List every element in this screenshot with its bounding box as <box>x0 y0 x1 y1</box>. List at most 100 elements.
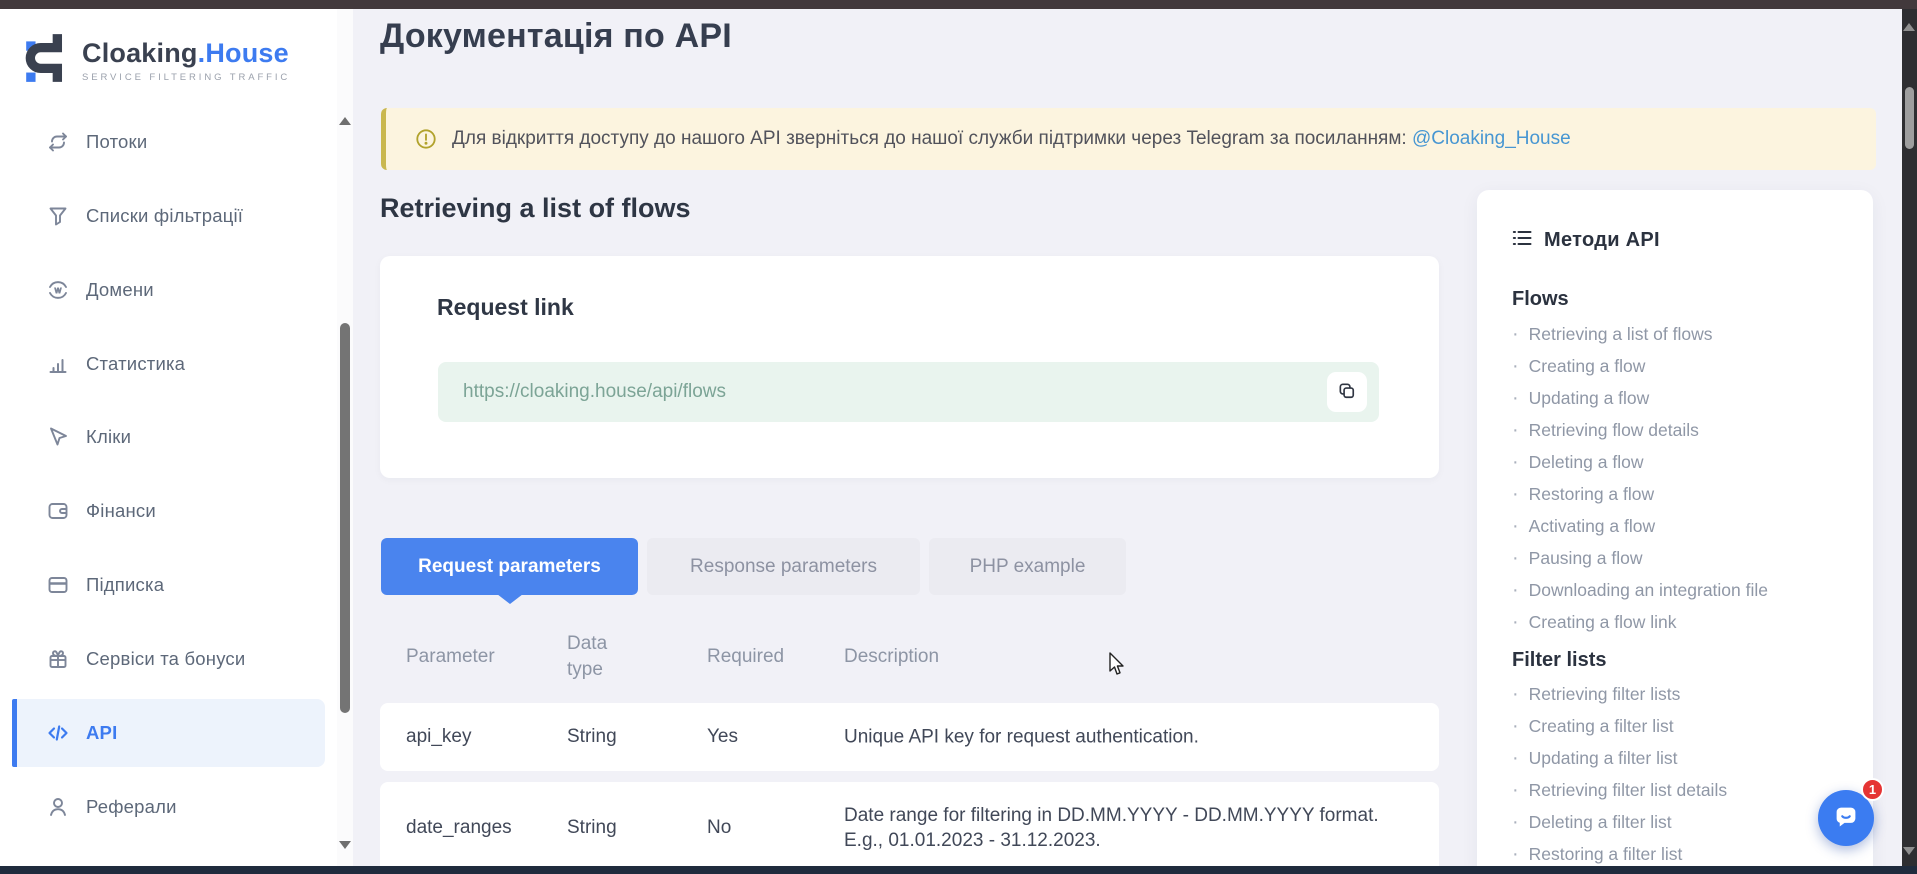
cell-required: Yes <box>707 726 738 748</box>
bullet-icon: · <box>1512 387 1519 410</box>
sidebar-item-label: Сервіси та бонуси <box>86 648 245 670</box>
sidebar-item-clicks[interactable]: Кліки <box>12 403 325 471</box>
method-link[interactable]: ·Creating a flow link <box>1512 606 1677 638</box>
code-icon <box>46 721 70 745</box>
page-title: Документація по API <box>380 17 732 56</box>
warning-icon <box>415 128 437 150</box>
method-link[interactable]: ·Deleting a flow <box>1512 446 1643 478</box>
window-top-edge <box>0 0 1917 9</box>
tab-php-example[interactable]: PHP example <box>929 538 1126 595</box>
method-link[interactable]: ·Restoring a flow <box>1512 478 1654 510</box>
tab-response-parameters[interactable]: Response parameters <box>647 538 920 595</box>
sidebar-item-label: Домени <box>86 279 154 301</box>
cell-data-type: String <box>567 817 617 839</box>
method-link[interactable]: ·Retrieving filter list details <box>1512 774 1727 806</box>
bullet-icon: · <box>1512 811 1519 834</box>
method-link[interactable]: ·Deleting a filter list <box>1512 806 1672 838</box>
method-link[interactable]: ·Creating a filter list <box>1512 710 1674 742</box>
method-link[interactable]: ·Activating a flow <box>1512 510 1655 542</box>
sidebar-item-label: Списки фільтрації <box>86 205 243 227</box>
sidebar-item-label: Кліки <box>86 426 131 448</box>
copy-icon <box>1337 381 1357 404</box>
method-link[interactable]: ·Updating a filter list <box>1512 742 1678 774</box>
logo-tagline: SERVICE FILTERING TRAFFIC <box>82 72 290 83</box>
method-link[interactable]: ·Downloading an integration file <box>1512 574 1768 606</box>
column-header-data-type: Data type <box>567 631 639 683</box>
page-scrollbar-thumb[interactable] <box>1905 87 1914 149</box>
page-scrollbar[interactable] <box>1902 9 1917 866</box>
sidebar-item-api[interactable]: API <box>12 699 325 767</box>
logo[interactable]: Cloaking.House SERVICE FILTERING TRAFFIC <box>25 31 290 90</box>
sidebar-item-flows[interactable]: Потоки <box>12 108 325 176</box>
request-link-card: Request link https://cloaking.house/api/… <box>380 256 1439 478</box>
mouse-cursor <box>1106 652 1130 683</box>
globe-icon: w <box>46 278 70 302</box>
method-link[interactable]: ·Creating a flow <box>1512 350 1645 382</box>
request-url-field: https://cloaking.house/api/flows <box>438 362 1379 422</box>
bullet-icon: · <box>1512 419 1519 442</box>
list-icon <box>1512 228 1532 253</box>
sidebar-item-referrals[interactable]: Реферали <box>12 773 325 841</box>
table-header: Parameter Data type Required Description <box>380 617 1439 697</box>
sidebar-item-statistics[interactable]: Статистика <box>12 330 325 398</box>
bullet-icon: · <box>1512 579 1519 602</box>
method-link[interactable]: ·Retrieving flow details <box>1512 414 1699 446</box>
gift-icon <box>46 647 70 671</box>
sidebar-item-label: Фінанси <box>86 500 156 522</box>
column-header-parameter: Parameter <box>406 646 495 668</box>
bullet-icon: · <box>1512 683 1519 706</box>
cell-required: No <box>707 817 731 839</box>
method-link[interactable]: ·Pausing a flow <box>1512 542 1643 574</box>
logo-text: Cloaking.House SERVICE FILTERING TRAFFIC <box>82 38 290 83</box>
bullet-icon: · <box>1512 715 1519 738</box>
credit-card-icon <box>46 573 70 597</box>
bullet-icon: · <box>1512 355 1519 378</box>
brand-primary: Cloaking <box>82 38 198 68</box>
method-group-flows: Flows <box>1512 288 1569 311</box>
cell-description: Unique API key for request authenticatio… <box>844 725 1410 750</box>
column-header-required: Required <box>707 646 784 668</box>
section-title: Retrieving a list of flows <box>380 193 691 224</box>
scroll-down-arrow-icon[interactable] <box>339 841 351 849</box>
request-url-text: https://cloaking.house/api/flows <box>463 381 726 403</box>
copy-url-button[interactable] <box>1327 372 1367 412</box>
cell-data-type: String <box>567 726 617 748</box>
chat-bubble-icon <box>1831 802 1861 835</box>
bullet-icon: · <box>1512 483 1519 506</box>
telegram-link[interactable]: @Cloaking_House <box>1412 128 1571 149</box>
sidebar-item-domains[interactable]: w Домени <box>12 256 325 324</box>
scroll-up-arrow-icon[interactable] <box>339 117 351 125</box>
bullet-icon: · <box>1512 611 1519 634</box>
chat-notification-badge: 1 <box>1861 778 1884 801</box>
window-bottom-edge <box>0 866 1917 874</box>
flows-sync-icon <box>46 130 70 154</box>
sidebar-scrollbar-thumb[interactable] <box>340 323 350 713</box>
svg-text:w: w <box>54 285 62 295</box>
cursor-icon <box>46 425 70 449</box>
wallet-icon <box>46 499 70 523</box>
method-link[interactable]: ·Retrieving filter lists <box>1512 678 1680 710</box>
cell-parameter: api_key <box>406 726 472 748</box>
sidebar-item-label: Статистика <box>86 353 185 375</box>
parameter-tabs: Request parameters Response parameters P… <box>381 538 1126 595</box>
sidebar-item-label: API <box>86 722 117 744</box>
cell-description: Date range for filtering in DD.MM.YYYY -… <box>844 803 1410 853</box>
scroll-down-arrow-icon[interactable] <box>1903 847 1915 855</box>
sidebar-item-label: Потоки <box>86 131 147 153</box>
method-link[interactable]: ·Retrieving a list of flows <box>1512 318 1713 350</box>
cell-parameter: date_ranges <box>406 817 512 839</box>
sidebar-item-services-bonuses[interactable]: Сервіси та бонуси <box>12 625 325 693</box>
sidebar-scrollbar[interactable] <box>337 9 353 866</box>
scroll-up-arrow-icon[interactable] <box>1903 23 1915 31</box>
sidebar-item-subscription[interactable]: Підписка <box>12 551 325 619</box>
user-icon <box>46 795 70 819</box>
logo-mark-icon <box>25 31 71 90</box>
sidebar-item-finances[interactable]: Фінанси <box>12 477 325 545</box>
method-link[interactable]: ·Updating a flow <box>1512 382 1649 414</box>
methods-panel-header: Методи API <box>1512 228 1660 253</box>
tab-request-parameters[interactable]: Request parameters <box>381 538 638 595</box>
sidebar-item-filter-lists[interactable]: Списки фільтрації <box>12 182 325 250</box>
bullet-icon: · <box>1512 747 1519 770</box>
bullet-icon: · <box>1512 843 1519 866</box>
banner-text: Для відкриття доступу до нашого API звер… <box>452 128 1571 150</box>
